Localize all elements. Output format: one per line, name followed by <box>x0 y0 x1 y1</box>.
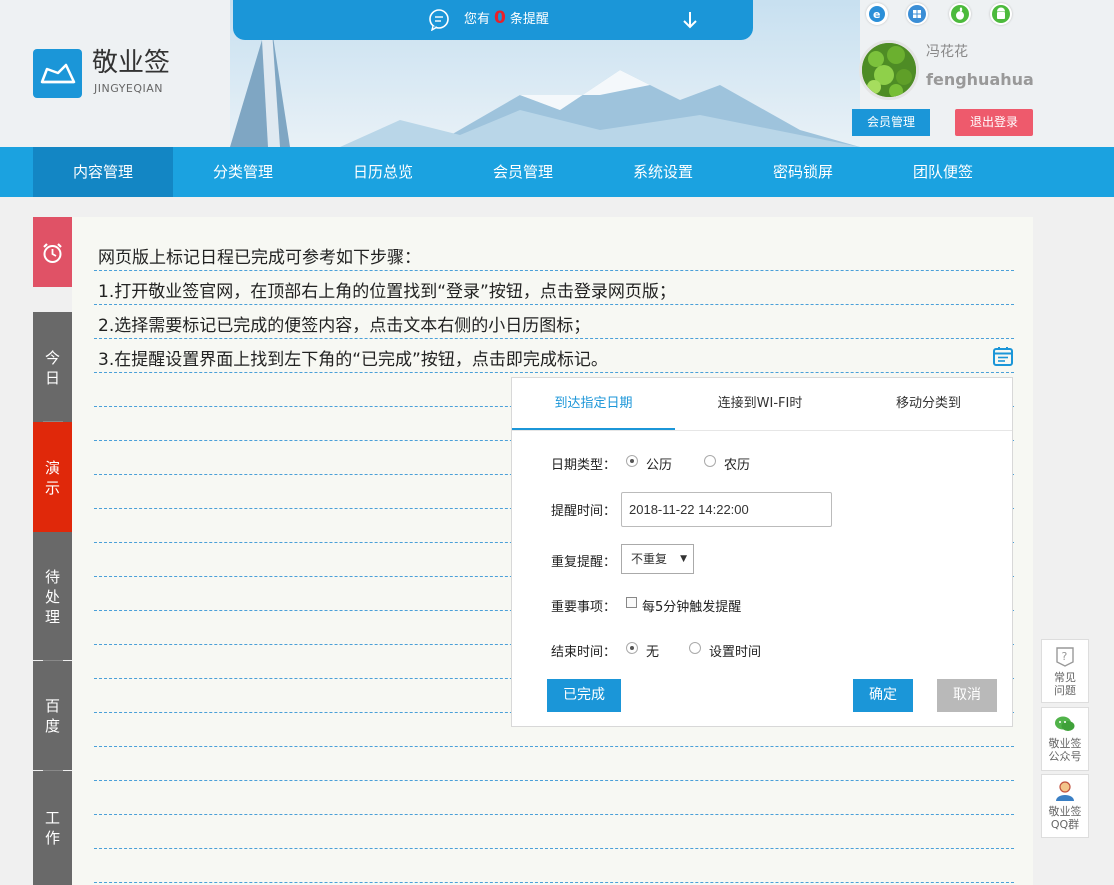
chat-bubble-icon <box>429 9 449 31</box>
cancel-button[interactable]: 取消 <box>937 679 997 712</box>
radio-end-none[interactable] <box>626 642 638 654</box>
username-chinese: 冯花花 <box>926 44 968 60</box>
reminder-text: 您有 0 条提醒 <box>464 8 549 30</box>
brand-name: 敬业签 <box>92 48 171 78</box>
reminder-count: 0 <box>494 8 506 28</box>
sidebar-tab-work[interactable]: 工作 <box>33 771 72 885</box>
svg-text:e: e <box>873 8 880 21</box>
wechat-float-button[interactable]: 敬业签 公众号 <box>1041 707 1089 771</box>
note-line: 3.在提醒设置界面上找到左下角的“已完成”按钮，点击即完成标记。 <box>98 350 608 370</box>
qq-group-float-button[interactable]: 敬业签 QQ群 <box>1041 774 1089 838</box>
username-english: fenghuahua <box>926 70 1034 89</box>
wechat-icon <box>1055 716 1075 731</box>
sidebar-tab-baidu[interactable]: 百度 <box>33 661 72 770</box>
ruled-line <box>94 746 1014 747</box>
alarm-tab[interactable] <box>33 217 72 287</box>
radio-lunar[interactable] <box>704 455 716 467</box>
nav-team-notes[interactable]: 团队便签 <box>873 147 1013 197</box>
note-line: 1.打开敬业签官网，在顶部右上角的位置找到“登录”按钮，点击登录网页版； <box>98 282 676 302</box>
ruled-line <box>94 372 1014 373</box>
note-line: 2.选择需要标记已完成的便签内容，点击文本右侧的小日历图标； <box>98 316 591 336</box>
important-label: 重要事项： <box>551 600 617 615</box>
android-icon[interactable] <box>990 3 1012 25</box>
repeat-select-value: 不重复 <box>631 552 668 566</box>
qq-label-2: QQ群 <box>1050 818 1080 831</box>
mark-done-button[interactable]: 已完成 <box>547 679 621 712</box>
ruled-line <box>94 780 1014 781</box>
logout-button[interactable]: 退出登录 <box>955 109 1033 136</box>
tab-specified-date[interactable]: 到达指定日期 <box>512 378 675 430</box>
sidebar-tab-label: 今日 <box>44 349 60 387</box>
radio-lunar-label: 农历 <box>724 458 751 473</box>
remind-time-label: 提醒时间： <box>551 504 617 519</box>
arrow-down-icon[interactable] <box>681 10 699 30</box>
radio-end-none-label: 无 <box>646 645 660 660</box>
reminder-prefix: 您有 <box>464 12 491 27</box>
faq-label-2: 问题 <box>1054 684 1076 697</box>
qq-label-1: 敬业签 <box>1048 805 1082 818</box>
sidebar-tab-pending[interactable]: 待处理 <box>33 532 72 660</box>
ruled-line <box>94 882 1014 883</box>
brand-subtitle: JINGYEQIAN <box>94 82 164 95</box>
sidebar-tab-label: 待处理 <box>44 568 60 626</box>
reminder-settings-popup: 到达指定日期 连接到WI-FI时 移动分类到 日期类型： 公历 农历 提醒时间：… <box>511 377 1013 727</box>
question-icon: ? <box>1056 647 1074 667</box>
sidebar-tab-today[interactable]: 今日 <box>33 312 72 422</box>
nav-member-management[interactable]: 会员管理 <box>453 147 593 197</box>
ruled-line <box>94 814 1014 815</box>
tab-divider <box>512 430 1012 431</box>
svg-text:?: ? <box>1062 650 1068 663</box>
note-line: 网页版上标记日程已完成可参考如下步骤： <box>98 248 421 268</box>
apple-icon[interactable] <box>949 3 971 25</box>
calendar-icon[interactable] <box>992 345 1014 367</box>
radio-end-set-time[interactable] <box>689 642 701 654</box>
reminder-suffix: 条提醒 <box>509 12 549 27</box>
remind-time-input[interactable]: 2018-11-22 14:22:00 <box>621 492 832 527</box>
faq-label-1: 常见 <box>1054 671 1076 684</box>
windows-icon[interactable] <box>906 3 928 25</box>
radio-end-set-time-label: 设置时间 <box>709 645 762 660</box>
ruled-line <box>94 304 1014 305</box>
nav-calendar-overview[interactable]: 日历总览 <box>313 147 453 197</box>
ruled-line <box>94 270 1014 271</box>
nav-system-settings[interactable]: 系统设置 <box>593 147 733 197</box>
sidebar-tab-demo[interactable]: 演示 <box>33 422 72 532</box>
ie-icon[interactable]: e <box>866 3 888 25</box>
nav-content-management[interactable]: 内容管理 <box>33 147 173 197</box>
confirm-button[interactable]: 确定 <box>853 679 913 712</box>
logo[interactable] <box>33 49 82 98</box>
main-nav: 内容管理 分类管理 日历总览 会员管理 系统设置 密码锁屏 团队便签 <box>0 147 1114 197</box>
date-type-label: 日期类型： <box>551 458 617 473</box>
faq-float-button[interactable]: ? 常见 问题 <box>1041 639 1089 703</box>
member-management-button[interactable]: 会员管理 <box>852 109 930 136</box>
repeat-label: 重复提醒： <box>551 555 617 570</box>
avatar[interactable] <box>859 40 919 100</box>
radio-solar-label: 公历 <box>646 458 673 473</box>
repeat-select[interactable]: 不重复 ▼ <box>621 544 694 574</box>
logo-icon <box>40 63 76 84</box>
tab-wifi-connect[interactable]: 连接到WI-FI时 <box>675 378 845 430</box>
important-checkbox[interactable] <box>626 597 637 608</box>
wechat-label-2: 公众号 <box>1048 750 1082 763</box>
ruled-line <box>94 338 1014 339</box>
reminder-banner[interactable]: 您有 0 条提醒 <box>233 0 753 40</box>
sidebar-tab-label: 演示 <box>44 459 60 497</box>
alarm-clock-icon <box>43 243 62 263</box>
end-time-label: 结束时间： <box>551 645 617 660</box>
tab-move-category[interactable]: 移动分类到 <box>845 378 1012 430</box>
important-checkbox-label: 每5分钟触发提醒 <box>642 600 742 615</box>
qq-group-icon <box>1056 781 1074 801</box>
radio-solar[interactable] <box>626 455 638 467</box>
sidebar-tab-label: 百度 <box>44 697 60 735</box>
dropdown-arrow-icon: ▼ <box>680 554 687 564</box>
sidebar-tab-label: 工作 <box>44 809 60 847</box>
nav-category-management[interactable]: 分类管理 <box>173 147 313 197</box>
nav-password-lock[interactable]: 密码锁屏 <box>733 147 873 197</box>
ruled-line <box>94 848 1014 849</box>
wechat-label-1: 敬业签 <box>1048 737 1082 750</box>
